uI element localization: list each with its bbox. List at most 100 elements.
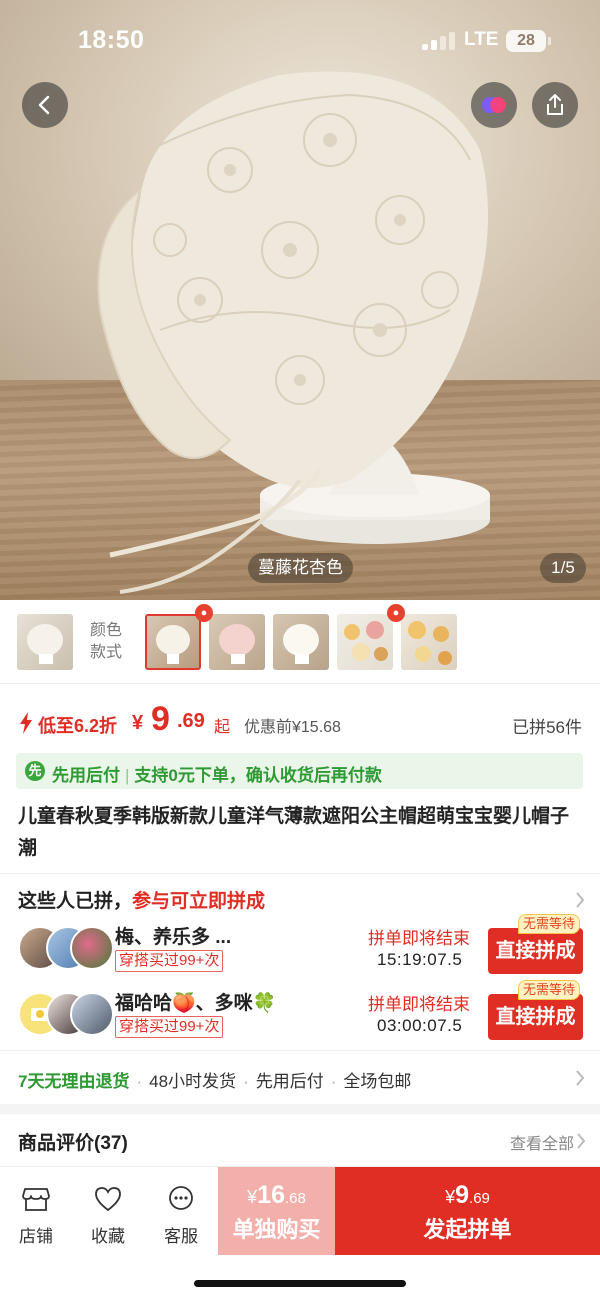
fire-icon: ● <box>195 604 213 622</box>
thumbnail-variant-2[interactable] <box>209 614 265 670</box>
group-buy-heading: 这些人已拼，参与可立即拼成 <box>18 886 265 913</box>
pay-later-title: 先用后付 <box>52 766 120 785</box>
chevron-right-icon[interactable] <box>574 890 586 910</box>
section-divider <box>0 1104 600 1114</box>
back-button[interactable] <box>22 82 68 128</box>
thumb-bonnet-image <box>219 624 255 664</box>
return-policy: 7天无理由退货 <box>18 1072 130 1091</box>
bottom-action-bar: 店铺 收藏 客服 ¥16.68 单独购买 ¥9.69 发起拼单 <box>0 1166 600 1255</box>
pay-later-icon: 先 <box>25 761 45 781</box>
color-tag: 蔓藤花杏色 <box>248 553 353 583</box>
separator: · <box>330 1072 337 1091</box>
chevron-right-icon <box>577 1133 586 1149</box>
group-buy-heading-text: 这些人已拼， <box>18 891 133 912</box>
thumbnail-variant-3[interactable] <box>273 614 329 670</box>
price-suffix: 起 <box>214 719 231 736</box>
separator: · <box>136 1072 143 1091</box>
variant-label-color: 颜色 <box>90 622 123 639</box>
service-label: 客服 <box>164 1227 198 1246</box>
reviews-header: 商品评价(37) 查看全部 <box>0 1114 600 1166</box>
store-icon <box>22 1188 50 1211</box>
join-group-button[interactable]: 直接拼成 <box>488 928 583 974</box>
view-all-reviews-link[interactable]: 查看全部 <box>510 1130 574 1154</box>
original-price: 优惠前¥15.68 <box>244 719 341 736</box>
hot-badge: ● <box>191 604 213 626</box>
buyer-names: 福哈哈🍑、多咪🍀 <box>115 993 277 1014</box>
customer-service-tab[interactable]: 客服 <box>151 1185 211 1247</box>
countdown-timer: 03:00:07.5 <box>377 1016 463 1035</box>
sold-count: 已拼56件 <box>512 718 582 737</box>
variant-label: 颜色 款式 <box>90 620 122 664</box>
price-row: 低至6.2折 ¥ 9 .69 起 优惠前¥15.68 已拼56件 <box>0 700 600 744</box>
store-label: 店铺 <box>19 1227 53 1246</box>
group-label: 发起拼单 <box>423 1217 512 1242</box>
hot-badge: ● <box>383 604 405 626</box>
solo-price-currency: ¥ <box>247 1187 258 1207</box>
status-time: 18:50 <box>78 26 145 54</box>
group-buy-heading-highlight: 参与可立即拼成 <box>132 891 266 912</box>
thumbnail-variant-5[interactable] <box>401 614 457 670</box>
buyer-badge: 穿搭买过99+次 <box>115 950 224 972</box>
network-label: LTE <box>464 29 499 50</box>
pay-later-banner[interactable]: 先 先用后付 | 支持0元下单，确认收货后再付款 <box>16 753 583 789</box>
ending-label: 拼单即将结束 <box>368 929 470 948</box>
pay-later-text: 先用后付 | 支持0元下单，确认收货后再付款 <box>52 761 382 786</box>
join-group-button[interactable]: 直接拼成 <box>488 994 583 1040</box>
share-icon <box>547 94 563 115</box>
separator: · <box>243 1072 249 1091</box>
thumb-bonnet-image <box>283 624 319 664</box>
service-item: 先用后付 <box>255 1072 324 1091</box>
price-currency: ¥ <box>132 712 144 734</box>
buyer-names: 梅、养乐多 ... <box>115 927 232 948</box>
page-indicator: 1/5 <box>540 553 586 583</box>
price-decimal: .69 <box>177 710 205 732</box>
thumb-accessories-image <box>408 621 452 665</box>
group-price-integer: 9 <box>455 1181 470 1209</box>
variant-selector: 颜色 款式 ● ● <box>0 600 600 684</box>
service-item: 48小时发货 <box>149 1072 237 1091</box>
product-title: 儿童春秋夏季韩版新款儿童洋气薄款遮阳公主帽超萌宝宝婴儿帽子潮 <box>18 806 570 859</box>
avatar <box>70 992 114 1036</box>
buyer-badge: 穿搭买过99+次 <box>115 1016 224 1038</box>
group-price-currency: ¥ <box>445 1187 456 1207</box>
no-wait-tag: 无需等待 <box>518 914 581 934</box>
dual-heart-icon <box>482 97 506 113</box>
start-group-button[interactable]: ¥9.69 发起拼单 <box>335 1167 600 1255</box>
product-image[interactable]: 18:50 LTE 28 蔓藤花杏色 1/5 <box>0 0 600 600</box>
price-integer: 9 <box>151 700 170 738</box>
pay-later-desc: 支持0元下单，确认收货后再付款 <box>134 766 382 785</box>
status-bar: 18:50 LTE 28 <box>0 0 600 80</box>
favorite-tab[interactable]: 收藏 <box>78 1185 138 1247</box>
favorite-label: 收藏 <box>91 1227 125 1246</box>
home-indicator[interactable] <box>194 1280 406 1287</box>
group-row: 梅、养乐多 ... 穿搭买过99+次 拼单即将结束 15:19:07.5 直接拼… <box>0 914 600 980</box>
no-wait-tag: 无需等待 <box>518 980 581 1000</box>
separator: | <box>125 766 130 785</box>
thumbnail-main[interactable] <box>17 614 73 670</box>
thumb-bonnet-image <box>27 624 63 664</box>
variant-label-style: 款式 <box>90 644 123 661</box>
buy-alone-button[interactable]: ¥16.68 单独购买 <box>218 1167 335 1255</box>
lightning-icon <box>20 712 32 734</box>
solo-price-decimal: .68 <box>284 1190 306 1207</box>
share-button[interactable] <box>532 82 578 128</box>
avatar-group <box>18 992 114 1038</box>
group-row: 福哈哈🍑、多咪🍀 穿搭买过99+次 拼单即将结束 03:00:07.5 直接拼成… <box>0 980 600 1046</box>
battery-icon: 28 <box>506 30 551 52</box>
solo-price-integer: 16 <box>257 1181 285 1209</box>
chat-icon <box>169 1186 193 1210</box>
service-list: 7天无理由退货 · 48小时发货 · 先用后付 · 全场包邮 <box>18 1067 411 1092</box>
ending-label: 拼单即将结束 <box>368 995 470 1014</box>
discount-label: 低至6.2折 <box>38 716 118 736</box>
service-guarantees[interactable]: 7天无理由退货 · 48小时发货 · 先用后付 · 全场包邮 <box>0 1050 600 1106</box>
service-item: 全场包邮 <box>343 1072 412 1091</box>
group-price: ¥9.69 <box>335 1181 600 1210</box>
countdown-timer: 15:19:07.5 <box>377 950 463 969</box>
heart-icon <box>95 1187 121 1212</box>
collaborate-button[interactable] <box>471 82 517 128</box>
chevron-left-icon <box>38 95 50 115</box>
fire-icon: ● <box>387 604 405 622</box>
store-tab[interactable]: 店铺 <box>6 1185 66 1247</box>
solo-label: 单独购买 <box>232 1217 321 1242</box>
solo-price: ¥16.68 <box>218 1181 335 1210</box>
